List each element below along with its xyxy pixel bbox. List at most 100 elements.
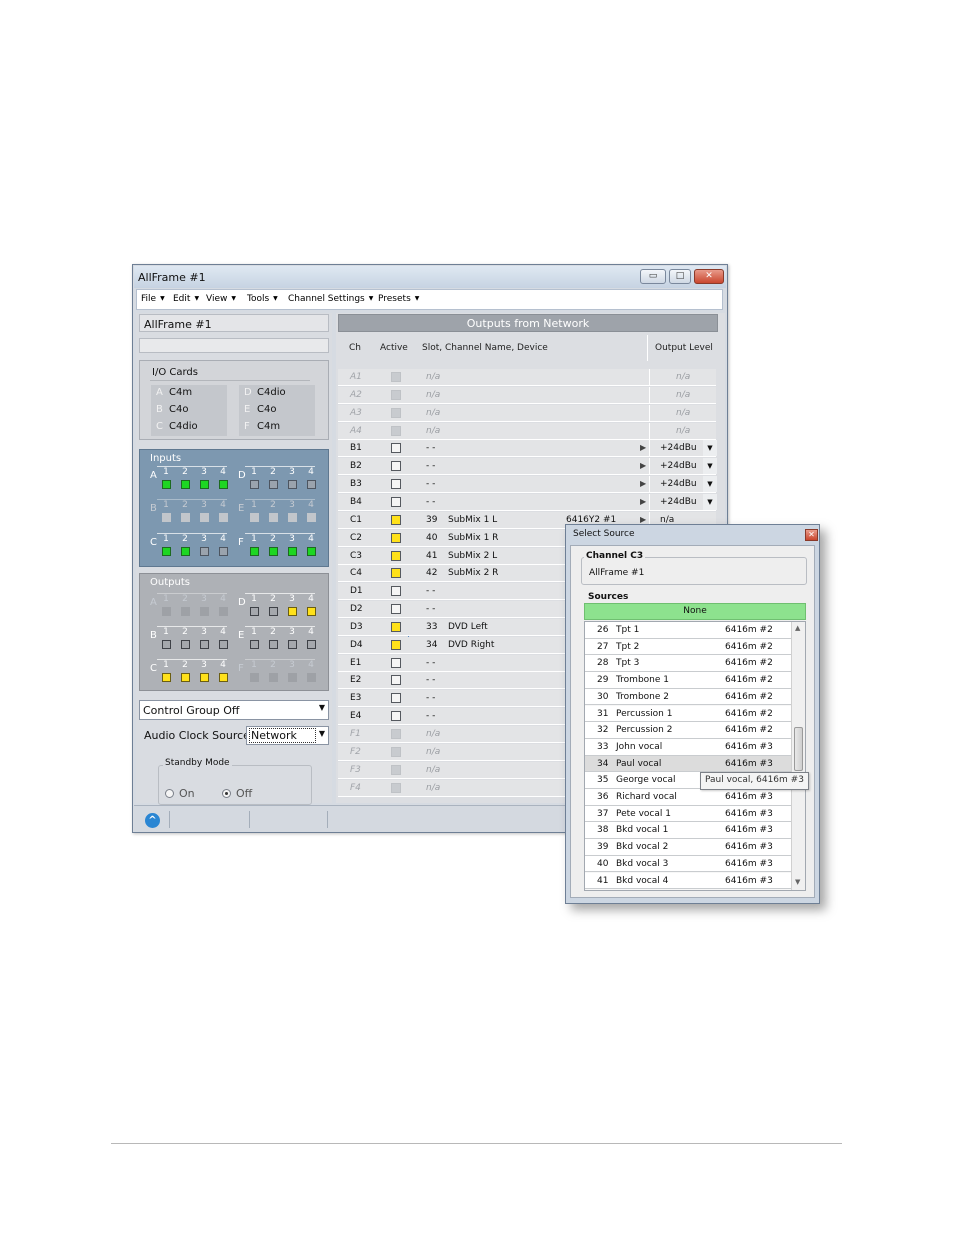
port-led[interactable] [269, 673, 278, 682]
standby-on-radio[interactable] [165, 789, 174, 798]
source-row[interactable]: 30 Trombone 2 6416m #2 [585, 688, 791, 706]
menu-presets[interactable]: Presets ▼ [378, 294, 419, 304]
port-led[interactable] [250, 480, 259, 489]
up-arrow-icon[interactable]: ^ [145, 813, 160, 828]
port-led[interactable] [200, 513, 209, 522]
port-led[interactable] [288, 480, 297, 489]
port-led[interactable] [250, 547, 259, 556]
port-led[interactable] [162, 640, 171, 649]
port-led[interactable] [181, 673, 190, 682]
port-led[interactable] [307, 640, 316, 649]
card-d[interactable]: D C4dio [239, 385, 315, 402]
port-led[interactable] [181, 480, 190, 489]
port-led[interactable] [219, 547, 228, 556]
chevron-down-icon[interactable]: ▼ [703, 493, 717, 510]
port-led[interactable] [200, 480, 209, 489]
minimize-button[interactable]: ▭ [640, 269, 666, 284]
chevron-down-icon[interactable]: ▼ [703, 458, 717, 475]
menu-channel-settings[interactable]: Channel Settings ▼ [288, 294, 373, 304]
port-led[interactable] [162, 673, 171, 682]
active-checkbox[interactable] [391, 675, 401, 686]
port-led[interactable] [200, 640, 209, 649]
source-row[interactable]: 40 Bkd vocal 3 6416m #3 [585, 855, 791, 873]
port-led[interactable] [307, 480, 316, 489]
scroll-thumb[interactable] [794, 727, 803, 771]
sources-list[interactable]: 41 Bkd vocal 4 6416m #3 40 Bkd vocal 3 6416m … [584, 621, 806, 891]
source-row[interactable]: 38 Bkd vocal 1 6416m #3 [585, 822, 791, 840]
port-led[interactable] [219, 673, 228, 682]
active-checkbox[interactable] [391, 657, 401, 668]
source-none-option[interactable]: None [584, 603, 806, 620]
channel-row[interactable]: B1 - - ▶ +24dBu ▼ [338, 440, 717, 458]
port-led[interactable] [269, 640, 278, 649]
source-row[interactable]: 36 Richard vocal 6416m #3 [585, 789, 791, 806]
port-led[interactable] [250, 640, 259, 649]
menu-file[interactable]: File ▼ [141, 294, 165, 304]
active-checkbox[interactable] [391, 514, 401, 525]
port-led[interactable] [162, 607, 171, 616]
close-icon[interactable]: ✕ [805, 529, 818, 541]
active-checkbox[interactable] [391, 532, 401, 543]
output-level-cell[interactable]: +24dBu ▼ [649, 493, 717, 510]
source-row[interactable]: 27 Tpt 2 6416m #2 [585, 638, 791, 656]
source-row[interactable]: 41 Bkd vocal 4 6416m #3 [585, 872, 791, 890]
scroll-up-icon[interactable]: ▲ [795, 624, 800, 632]
close-button[interactable]: ✕ [694, 269, 724, 284]
menu-edit[interactable]: Edit ▼ [173, 294, 199, 304]
output-level-cell[interactable]: +24dBu ▼ [649, 476, 717, 493]
port-led[interactable] [269, 547, 278, 556]
active-checkbox[interactable] [391, 621, 401, 632]
port-led[interactable] [307, 607, 316, 616]
source-row[interactable]: 32 Percussion 2 6416m #2 [585, 722, 791, 739]
source-row[interactable]: 31 Percussion 1 6416m #2 [585, 705, 791, 723]
port-led[interactable] [162, 480, 171, 489]
port-led[interactable] [200, 673, 209, 682]
source-row[interactable]: 29 Trombone 1 6416m #2 [585, 672, 791, 689]
port-led[interactable] [219, 480, 228, 489]
active-checkbox[interactable] [391, 711, 401, 722]
channel-row[interactable]: A2 n/a n/a [338, 386, 716, 404]
channel-row[interactable]: B3 - - ▶ +24dBu ▼ [338, 476, 717, 494]
port-led[interactable] [219, 513, 228, 522]
window-titlebar[interactable]: AllFrame #1 ▭ □ ✕ [134, 266, 726, 288]
port-led[interactable] [250, 513, 259, 522]
active-checkbox[interactable] [391, 496, 401, 507]
play-arrow-icon[interactable]: ▶ [640, 443, 646, 452]
port-led[interactable] [250, 673, 259, 682]
port-led[interactable] [250, 607, 259, 616]
port-led[interactable] [269, 607, 278, 616]
play-arrow-icon[interactable]: ▶ [640, 515, 646, 524]
maximize-button[interactable]: □ [669, 269, 691, 284]
active-checkbox[interactable] [391, 550, 401, 561]
standby-off-radio[interactable] [222, 789, 231, 798]
card-e[interactable]: E C4o [239, 402, 315, 419]
active-checkbox[interactable] [391, 693, 401, 704]
card-c[interactable]: C C4dio [151, 419, 227, 436]
port-led[interactable] [200, 547, 209, 556]
channel-row[interactable]: B2 - - ▶ +24dBu ▼ [338, 458, 717, 476]
source-row[interactable]: 26 Tpt 1 6416m #2 [585, 622, 791, 639]
port-led[interactable] [307, 513, 316, 522]
port-led[interactable] [162, 513, 171, 522]
play-arrow-icon[interactable]: ▶ [640, 461, 646, 470]
source-row[interactable]: 37 Pete vocal 1 6416m #3 [585, 805, 791, 823]
chevron-down-icon[interactable]: ▼ [703, 440, 717, 457]
device-name-field[interactable]: AllFrame #1 [139, 314, 329, 332]
source-row[interactable]: 34 Paul vocal 6416m #3 [585, 755, 791, 773]
active-checkbox[interactable] [391, 604, 401, 615]
channel-row[interactable]: A3 n/a n/a [338, 404, 716, 422]
channel-row[interactable]: A4 n/a n/a [338, 422, 716, 440]
card-f[interactable]: F C4m [239, 419, 315, 436]
active-checkbox[interactable] [391, 639, 401, 650]
port-led[interactable] [288, 513, 297, 522]
port-led[interactable] [162, 547, 171, 556]
active-checkbox[interactable] [391, 443, 401, 454]
port-led[interactable] [181, 640, 190, 649]
port-led[interactable] [269, 513, 278, 522]
card-b[interactable]: B C4o [151, 402, 227, 419]
active-checkbox[interactable] [391, 586, 401, 597]
port-led[interactable] [288, 607, 297, 616]
active-checkbox[interactable] [391, 461, 401, 472]
port-led[interactable] [288, 673, 297, 682]
audio-clock-select[interactable]: Network ▼ [246, 726, 329, 745]
